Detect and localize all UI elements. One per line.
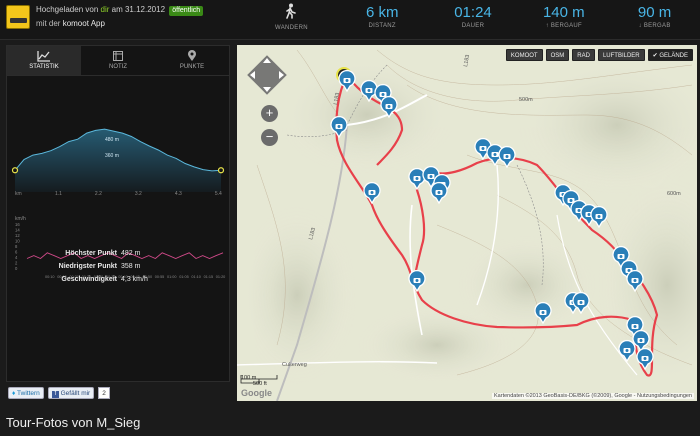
twitter-button[interactable]: ♦ Twittern xyxy=(8,387,44,399)
via-info: mit der komoot App xyxy=(36,19,105,28)
chart-icon xyxy=(37,51,50,62)
map-pin-icon xyxy=(188,50,196,61)
ascent-label: ↑ BERGAUF xyxy=(545,23,582,29)
panel-tabs: STATISTIK NOTIZ PUNKTE xyxy=(7,46,229,76)
elevation-max-label: 480 m xyxy=(105,137,119,143)
distance-label: DISTANZ xyxy=(368,23,396,29)
tab-punkte-label: PUNKTE xyxy=(179,64,205,70)
speed-label: Geschwindigkeit xyxy=(61,276,117,283)
map-navigation: + − xyxy=(243,51,291,146)
via-app[interactable]: komoot App xyxy=(63,19,105,28)
speed-value: 4,3 km/h xyxy=(121,276,148,283)
info-row-highest: Höchster Punkt 482 m xyxy=(7,250,229,263)
tab-notiz-label: NOTIZ xyxy=(109,64,127,70)
elevation-x-tick: 4.3 xyxy=(175,191,182,197)
info-row-speed: Geschwindigkeit 4,3 km/h xyxy=(7,276,229,289)
user-avatar[interactable] xyxy=(6,5,30,29)
speed-y-tick: 16 xyxy=(15,222,20,227)
upload-prefix: Hochgeladen von xyxy=(36,5,99,14)
tour-map[interactable]: L183 L183 L183 Culterweg 500m 600m + − K… xyxy=(237,45,697,401)
label-contour-500: 500m xyxy=(519,97,533,103)
stat-ascent: 140 m ↑ BERGAUF xyxy=(518,0,609,40)
speed-y-tick: 14 xyxy=(15,228,20,233)
speed-y-tick: 10 xyxy=(15,239,20,244)
descent-label: ↓ BERGAB xyxy=(638,23,671,29)
elevation-x-tick: km xyxy=(15,191,22,197)
elevation-start-marker[interactable] xyxy=(11,167,19,174)
duration-value: 01:24 xyxy=(454,4,492,21)
lowest-value: 358 m xyxy=(121,263,141,270)
tab-statistik-label: STATISTIK xyxy=(29,64,59,70)
hiking-icon xyxy=(286,3,297,19)
elevation-x-tick: 2.2 xyxy=(95,191,102,197)
lowest-label: Niedrigster Punkt xyxy=(58,263,117,270)
zoom-in-button[interactable]: + xyxy=(261,105,278,122)
elevation-min-label: 360 m xyxy=(105,153,119,159)
upload-user-link[interactable]: dir xyxy=(101,5,110,14)
map-scale-labels: 100 m 500 ft xyxy=(241,375,267,387)
layer-gelaende-toggle[interactable]: ✔ GELÄNDE xyxy=(647,49,693,61)
label-contour-600: 600m xyxy=(667,191,681,197)
facebook-icon: f xyxy=(51,391,59,398)
upload-date: am 31.12.2012 xyxy=(111,5,166,14)
elevation-end-marker[interactable] xyxy=(217,167,225,174)
stat-distance: 6 km DISTANZ xyxy=(337,0,428,40)
top-bar: Hochgeladen von dir am 31.12.2012 öffent… xyxy=(0,0,700,40)
highest-value: 482 m xyxy=(121,250,141,257)
layer-osm-button[interactable]: OSM xyxy=(545,49,570,61)
info-row-lowest: Niedrigster Punkt 358 m xyxy=(7,263,229,276)
stats-panel: STATISTIK NOTIZ PUNKTE 480 m 360 m km 1.1… xyxy=(6,45,230,382)
google-logo: Google xyxy=(241,388,272,398)
map-canvas[interactable]: L183 L183 L183 Culterweg 500m 600m xyxy=(237,45,697,401)
elevation-x-tick: 3.2 xyxy=(135,191,142,197)
activity-label: WANDERN xyxy=(274,25,308,31)
ascent-value: 140 m xyxy=(542,4,585,21)
facebook-like-count: 2 xyxy=(98,387,110,399)
stat-activity: WANDERN xyxy=(246,0,337,40)
stat-duration: 01:24 DAUER xyxy=(428,0,519,40)
minus-icon: − xyxy=(265,129,274,144)
elevation-x-tick: 5.4 xyxy=(215,191,222,197)
tour-stats: WANDERN 6 km DISTANZ 01:24 DAUER 140 m ↑… xyxy=(246,0,700,40)
photos-section: Tour-Fotos von M_Sieg xyxy=(0,406,700,436)
zoom-out-button[interactable]: − xyxy=(261,129,278,146)
distance-value: 6 km xyxy=(365,4,399,21)
highest-label: Höchster Punkt xyxy=(65,250,117,257)
tab-notiz[interactable]: NOTIZ xyxy=(81,46,155,75)
elevation-x-tick: 1.1 xyxy=(55,191,62,197)
layer-luftbilder-button[interactable]: LUFTBILDER xyxy=(597,49,645,61)
tab-statistik[interactable]: STATISTIK xyxy=(7,46,81,75)
twitter-label: Twittern xyxy=(17,390,40,397)
layer-komoot-button[interactable]: KOMOOT xyxy=(505,49,543,61)
facebook-label: Gefällt mir xyxy=(60,390,91,397)
facebook-like-button[interactable]: f Gefällt mir xyxy=(47,387,95,399)
social-buttons: ♦ Twittern f Gefällt mir 2 xyxy=(8,387,110,399)
tour-info: Höchster Punkt 482 m Niedrigster Punkt 3… xyxy=(7,250,229,289)
elevation-chart: 480 m 360 m km 1.1 2.2 3.2 4.3 5.4 xyxy=(11,128,225,197)
notebook-icon xyxy=(113,51,123,61)
map-attribution[interactable]: Kartendaten ©2013 GeoBasis-DE/BKG (©2009… xyxy=(492,393,694,399)
scale-feet: 500 ft xyxy=(253,381,267,387)
speed-y-tick: 12 xyxy=(15,233,20,238)
plus-icon: + xyxy=(265,105,274,120)
pan-control[interactable] xyxy=(243,51,291,99)
descent-value: 90 m xyxy=(637,4,672,21)
twitter-icon: ♦ xyxy=(12,390,16,397)
layer-rad-button[interactable]: RAD xyxy=(572,49,595,61)
stat-descent: 90 m ↓ BERGAB xyxy=(609,0,700,40)
tab-punkte[interactable]: PUNKTE xyxy=(155,46,229,75)
map-layer-toolbar: KOMOOT OSM RAD LUFTBILDER ✔ GELÄNDE xyxy=(505,49,693,61)
via-prefix: mit der xyxy=(36,19,61,28)
upload-info: Hochgeladen von dir am 31.12.2012 öffent… xyxy=(36,5,204,16)
duration-label: DAUER xyxy=(461,23,485,29)
visibility-badge: öffentlich xyxy=(169,6,204,16)
speed-y-tick: 8 xyxy=(15,244,18,249)
photos-title: Tour-Fotos von M_Sieg xyxy=(6,415,141,430)
label-culterweg: Culterweg xyxy=(282,362,307,368)
